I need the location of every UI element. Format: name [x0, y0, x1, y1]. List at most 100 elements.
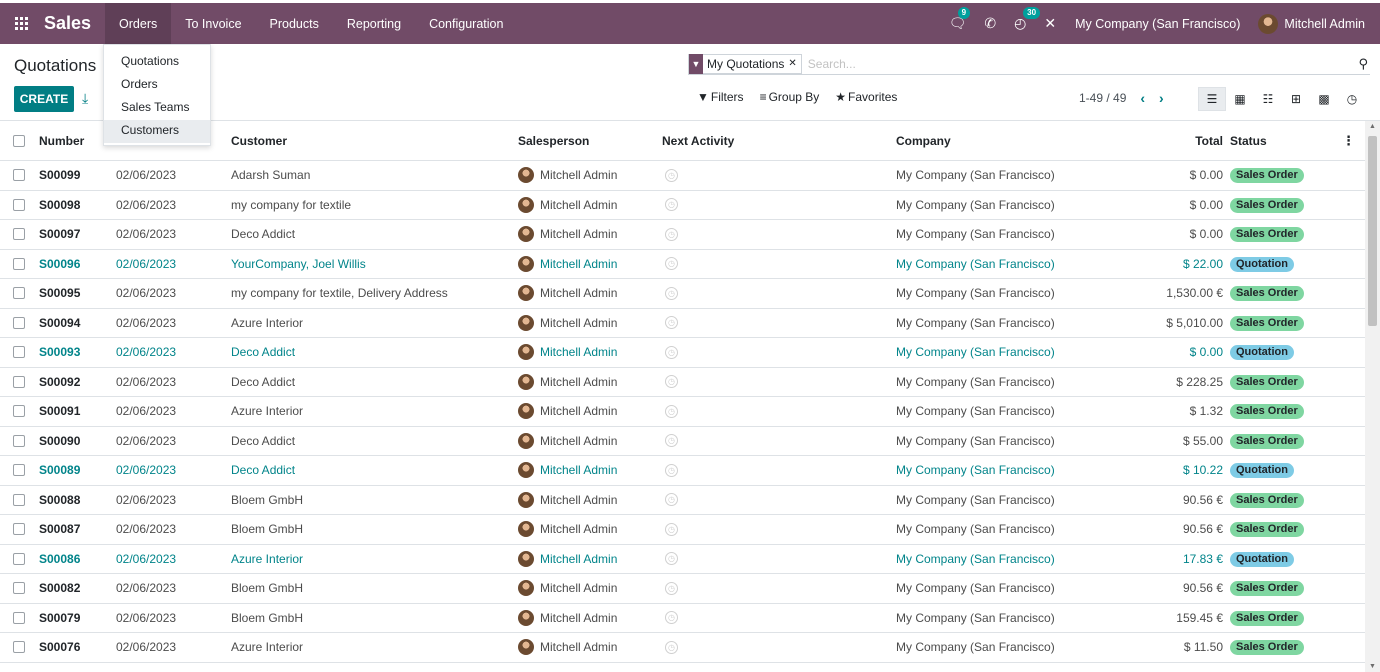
- activity-view-icon[interactable]: ◷: [1338, 87, 1366, 111]
- row-checkbox[interactable]: [13, 493, 25, 506]
- kanban-view-icon[interactable]: ▦: [1226, 87, 1254, 111]
- activity-clock-icon[interactable]: ◷: [665, 168, 678, 182]
- row-checkbox[interactable]: [13, 169, 25, 182]
- row-checkbox[interactable]: [13, 552, 25, 565]
- column-header-status[interactable]: Status: [1230, 134, 1267, 148]
- user-menu[interactable]: Mitchell Admin: [1258, 13, 1365, 34]
- activity-clock-icon[interactable]: ◷: [665, 463, 678, 477]
- pager-previous-icon[interactable]: ‹: [1140, 90, 1145, 106]
- activity-clock-icon[interactable]: ◷: [665, 493, 678, 507]
- table-row[interactable]: S00087 02/06/2023 Bloem GmbH Mitchell Admin…: [0, 515, 1365, 545]
- column-header-salesperson[interactable]: Salesperson: [518, 134, 589, 148]
- pager-value[interactable]: 1-49 / 49: [1079, 91, 1126, 105]
- row-checkbox[interactable]: [13, 611, 25, 624]
- table-row[interactable]: S00091 02/06/2023 Azure Interior Mitchell A…: [0, 397, 1365, 427]
- table-row[interactable]: S00099 02/06/2023 Adarsh Suman Mitchell Adm…: [0, 161, 1365, 191]
- activity-clock-icon[interactable]: ◷: [665, 375, 678, 389]
- graph-view-icon[interactable]: ▩: [1310, 87, 1338, 111]
- nav-item-reporting[interactable]: Reporting: [333, 3, 415, 44]
- search-icon[interactable]: ⚲: [1358, 56, 1368, 72]
- pivot-view-icon[interactable]: ⊞: [1282, 87, 1310, 111]
- app-brand[interactable]: Sales: [44, 13, 91, 34]
- column-header-company[interactable]: Company: [896, 134, 951, 148]
- menu-item-sales-teams[interactable]: Sales Teams: [104, 97, 210, 120]
- menu-item-quotations[interactable]: Quotations: [104, 51, 210, 74]
- nav-item-products[interactable]: Products: [256, 3, 333, 44]
- activity-clock-icon[interactable]: ◷: [665, 640, 678, 654]
- download-icon[interactable]: ⤓: [82, 90, 88, 107]
- column-header-customer[interactable]: Customer: [231, 134, 287, 148]
- activity-clock-icon[interactable]: ◷: [665, 286, 678, 300]
- activity-clock-icon[interactable]: ◷: [665, 345, 678, 359]
- activity-clock-icon[interactable]: ◷: [665, 198, 678, 212]
- column-header-number[interactable]: Number: [39, 134, 84, 148]
- company-switcher[interactable]: My Company (San Francisco): [1075, 17, 1240, 31]
- table-row[interactable]: S00098 02/06/2023 my company for textile Mi…: [0, 191, 1365, 220]
- row-checkbox[interactable]: [13, 405, 25, 418]
- menu-item-orders[interactable]: Orders: [104, 74, 210, 97]
- order-total: 159.45 €: [1176, 610, 1223, 625]
- row-checkbox[interactable]: [13, 582, 25, 595]
- table-row[interactable]: S00088 02/06/2023 Bloem GmbH Mitchell Admin…: [0, 486, 1365, 515]
- row-checkbox[interactable]: [13, 257, 25, 270]
- row-checkbox[interactable]: [13, 375, 25, 388]
- row-checkbox[interactable]: [13, 464, 25, 477]
- activity-clock-icon[interactable]: ◷: [665, 227, 678, 241]
- column-header-total[interactable]: Total: [1195, 134, 1223, 148]
- activity-clock-icon[interactable]: ◷: [665, 316, 678, 330]
- nav-item-configuration[interactable]: Configuration: [415, 3, 517, 44]
- customer-name: Azure Interior: [231, 640, 304, 655]
- facet-close-icon[interactable]: ✕: [788, 58, 800, 69]
- pager-next-icon[interactable]: ›: [1159, 90, 1164, 106]
- row-checkbox[interactable]: [13, 316, 25, 329]
- select-all-checkbox[interactable]: [13, 134, 25, 147]
- debug-tools-icon[interactable]: ✕: [1044, 15, 1056, 32]
- row-checkbox[interactable]: [13, 287, 25, 300]
- table-row[interactable]: S00079 02/06/2023 Bloem GmbH Mitchell Admin…: [0, 604, 1365, 633]
- nav-item-to-invoice[interactable]: To Invoice: [171, 3, 255, 44]
- phone-icon[interactable]: ✆: [984, 15, 996, 32]
- row-checkbox[interactable]: [13, 523, 25, 536]
- activity-clock-icon[interactable]: ◷: [665, 522, 678, 536]
- table-row[interactable]: S00097 02/06/2023 Deco Addict Mitchell Admi…: [0, 220, 1365, 250]
- table-row[interactable]: S00093 02/06/2023 Deco Addict Mitchell Admi…: [0, 338, 1365, 368]
- table-row[interactable]: S00082 02/06/2023 Bloem GmbH Mitchell Admin…: [0, 574, 1365, 604]
- activity-clock-icon[interactable]: ◴ 30: [1014, 7, 1041, 32]
- scroll-up-icon[interactable]: ▲: [1369, 123, 1376, 130]
- menu-item-customers[interactable]: Customers: [104, 120, 210, 143]
- table-row[interactable]: S00094 02/06/2023 Azure Interior Mitchell A…: [0, 309, 1365, 338]
- table-row[interactable]: S00092 02/06/2023 Deco Addict Mitchell Admi…: [0, 368, 1365, 397]
- column-header-next-activity[interactable]: Next Activity: [662, 134, 734, 148]
- row-checkbox[interactable]: [13, 198, 25, 211]
- row-checkbox[interactable]: [13, 641, 25, 654]
- chat-icon[interactable]: 🗨 9: [949, 7, 971, 32]
- row-checkbox[interactable]: [13, 434, 25, 447]
- table-row[interactable]: S00096 02/06/2023 YourCompany, Joel Willis…: [0, 250, 1365, 279]
- nav-item-orders[interactable]: Orders: [105, 3, 172, 44]
- row-checkbox[interactable]: [13, 346, 25, 359]
- scrollbar-thumb[interactable]: [1368, 136, 1377, 326]
- table-row[interactable]: S00095 02/06/2023 my company for textile, …: [0, 279, 1365, 309]
- apps-grid-icon[interactable]: [15, 17, 28, 30]
- list-view-icon[interactable]: ☰: [1198, 87, 1226, 111]
- calendar-view-icon[interactable]: ☷: [1254, 87, 1282, 111]
- table-row[interactable]: S00089 02/06/2023 Deco Addict Mitchell Admi…: [0, 456, 1365, 486]
- activity-clock-icon[interactable]: ◷: [665, 404, 678, 418]
- table-row[interactable]: S00086 02/06/2023 Azure Interior Mitchell A…: [0, 545, 1365, 574]
- activity-clock-icon[interactable]: ◷: [665, 434, 678, 448]
- optional-columns-icon[interactable]: ⋮: [1342, 133, 1355, 149]
- table-row[interactable]: S00090 02/06/2023 Deco Addict Mitchell Admi…: [0, 427, 1365, 456]
- activity-clock-icon[interactable]: ◷: [665, 552, 678, 566]
- row-checkbox[interactable]: [13, 228, 25, 241]
- table-row[interactable]: S00076 02/06/2023 Azure Interior Mitchell A…: [0, 633, 1365, 663]
- activity-clock-icon[interactable]: ◷: [665, 581, 678, 595]
- group-by-button[interactable]: ≡ Group By: [760, 90, 820, 104]
- filters-button[interactable]: ▼ Filters: [697, 90, 744, 104]
- activity-clock-icon[interactable]: ◷: [665, 257, 678, 271]
- scroll-down-icon[interactable]: ▼: [1369, 663, 1376, 670]
- create-button[interactable]: CREATE: [14, 86, 74, 112]
- vertical-scrollbar[interactable]: ▲ ▼: [1365, 121, 1380, 672]
- search-input[interactable]: [807, 56, 1328, 71]
- favorites-button[interactable]: ★ Favorites: [835, 90, 897, 104]
- activity-clock-icon[interactable]: ◷: [665, 611, 678, 625]
